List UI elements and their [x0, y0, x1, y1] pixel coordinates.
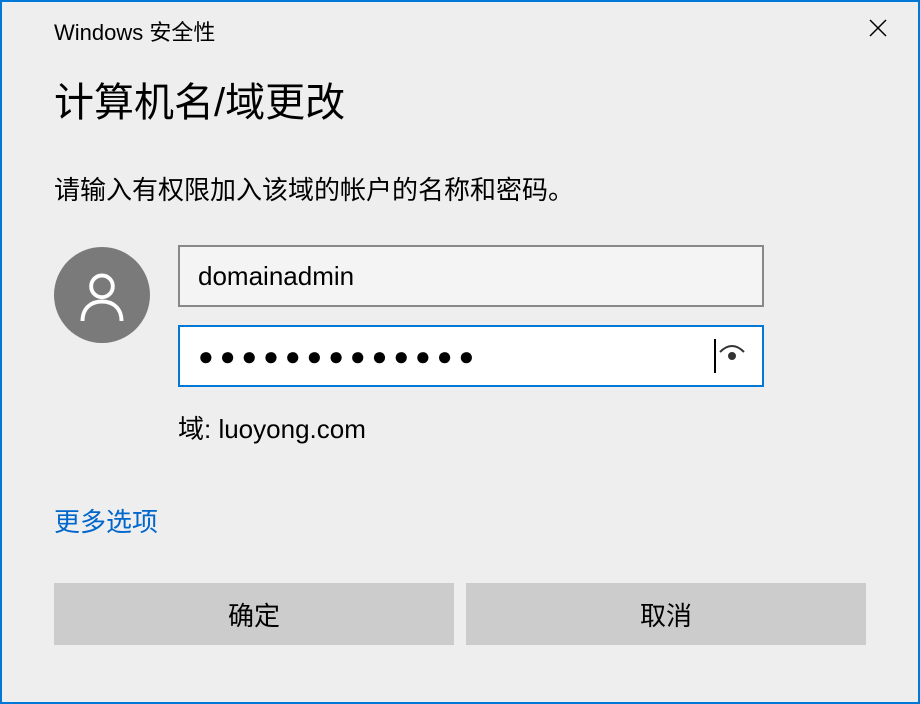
credential-fields: ●●●●●●●●●●●●● 域: luoyong.com	[178, 245, 866, 446]
credential-dialog: Windows 安全性 计算机名/域更改 请输入有权限加入该域的帐户的名称和密码…	[0, 0, 920, 704]
user-icon	[76, 269, 128, 321]
dialog-content: 计算机名/域更改 请输入有权限加入该域的帐户的名称和密码。 ●●●●●●●●●●…	[2, 52, 918, 645]
avatar	[54, 247, 150, 343]
password-input[interactable]: ●●●●●●●●●●●●●	[178, 325, 764, 387]
more-options-link[interactable]: 更多选项	[54, 502, 158, 539]
username-input[interactable]	[178, 245, 764, 307]
dialog-instruction: 请输入有权限加入该域的帐户的名称和密码。	[54, 170, 866, 207]
dialog-heading: 计算机名/域更改	[54, 70, 866, 128]
credential-row: ●●●●●●●●●●●●● 域: luoyong.com	[54, 245, 866, 446]
eye-icon	[716, 344, 748, 368]
titlebar-title: Windows 安全性	[2, 15, 215, 47]
cancel-button[interactable]: 取消	[466, 583, 866, 645]
button-row: 确定 取消	[54, 583, 866, 645]
ok-button[interactable]: 确定	[54, 583, 454, 645]
close-icon	[868, 18, 888, 38]
domain-label: 域: luoyong.com	[178, 409, 866, 446]
reveal-password-button[interactable]	[716, 340, 748, 372]
titlebar: Windows 安全性	[2, 2, 918, 52]
close-button[interactable]	[848, 8, 908, 48]
password-masked: ●●●●●●●●●●●●●	[198, 341, 718, 372]
